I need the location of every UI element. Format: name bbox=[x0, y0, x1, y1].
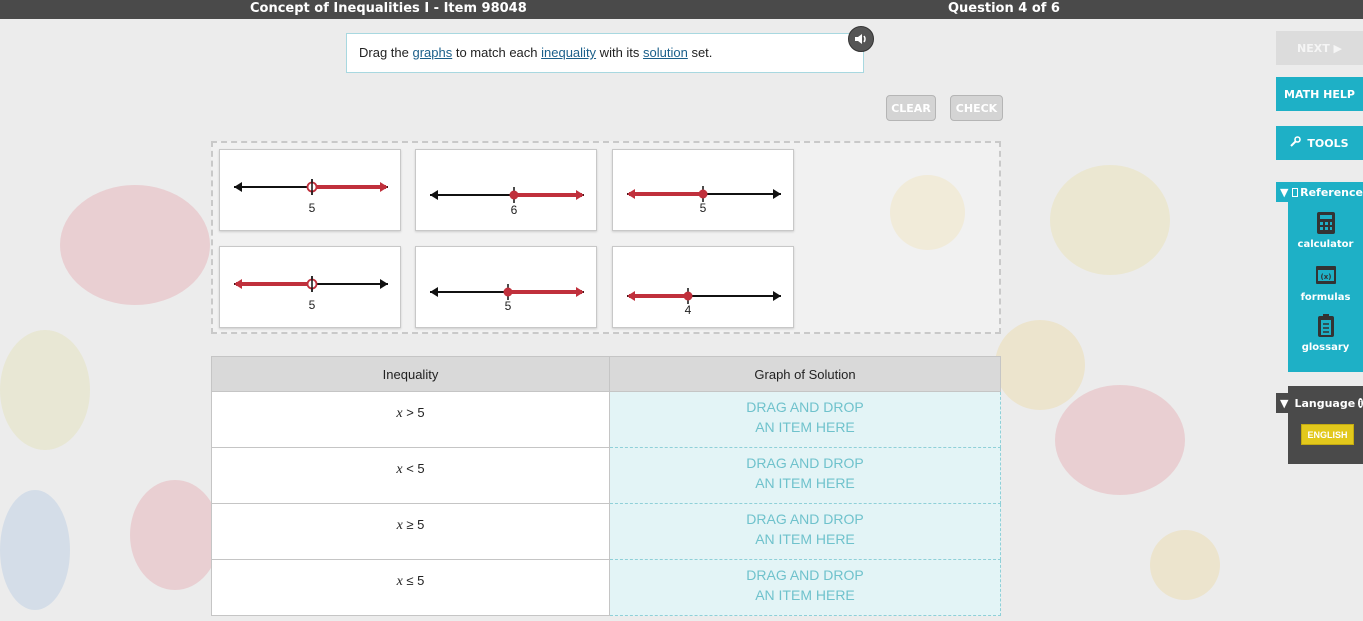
language-select[interactable]: ENGLISH bbox=[1301, 424, 1354, 445]
tick-label: 5 bbox=[309, 298, 316, 312]
glossary-link-graphs[interactable]: graphs bbox=[412, 45, 452, 60]
graph-card[interactable]: 6 bbox=[415, 149, 597, 231]
drop-zone[interactable]: DRAG AND DROP AN ITEM HERE bbox=[609, 447, 1001, 504]
axis-arrow bbox=[773, 189, 781, 199]
inequality-cell: x ≥ 5 bbox=[211, 503, 610, 560]
table-row: x > 5 DRAG AND DROP AN ITEM HERE bbox=[211, 391, 1001, 448]
table-row: x ≥ 5 DRAG AND DROP AN ITEM HERE bbox=[211, 503, 1001, 560]
check-button[interactable]: CHECK bbox=[950, 95, 1003, 121]
graph-card[interactable]: 5 bbox=[219, 246, 401, 328]
reference-label: Reference bbox=[1300, 185, 1363, 199]
chevron-down-icon: ▼ bbox=[1280, 185, 1289, 199]
clear-button[interactable]: CLEAR bbox=[886, 95, 936, 121]
graph-card[interactable]: 5 bbox=[415, 246, 597, 328]
math-help-button[interactable]: MATH HELP bbox=[1276, 77, 1363, 111]
ray-arrow bbox=[576, 287, 584, 297]
instructions-text: set. bbox=[687, 45, 713, 60]
reference-toggle[interactable]: ▼ Reference bbox=[1276, 182, 1363, 202]
glossary-link-inequality[interactable]: inequality bbox=[541, 45, 596, 60]
glossary-icon bbox=[1315, 314, 1337, 338]
axis-arrow bbox=[430, 287, 438, 297]
table-row: x ≤ 5 DRAG AND DROP AN ITEM HERE bbox=[211, 559, 1001, 616]
graph-card[interactable]: 5 bbox=[219, 149, 401, 231]
speaker-icon[interactable] bbox=[848, 26, 874, 52]
axis-arrow bbox=[430, 190, 438, 200]
axis-arrow bbox=[234, 182, 242, 192]
instructions-text: with its bbox=[596, 45, 644, 60]
number-line: 5 bbox=[627, 186, 781, 215]
tick-label: 5 bbox=[505, 299, 512, 313]
formulas-label: formulas bbox=[1300, 292, 1351, 303]
calculator-button[interactable]: calculator bbox=[1288, 211, 1363, 250]
number-line: 5 bbox=[430, 284, 584, 313]
inequality-table: Inequality Graph of Solution x > 5 DRAG … bbox=[211, 356, 1001, 616]
formulas-icon: (x) bbox=[1315, 264, 1337, 288]
inequality-cell: x < 5 bbox=[211, 447, 610, 504]
closed-endpoint bbox=[698, 189, 708, 199]
tick-label: 4 bbox=[685, 303, 692, 317]
ray-arrow bbox=[627, 291, 635, 301]
tools-label: TOOLS bbox=[1307, 136, 1349, 150]
ray-arrow bbox=[627, 189, 635, 199]
ray-arrow bbox=[234, 279, 242, 289]
column-header-graph: Graph of Solution bbox=[609, 356, 1001, 392]
closed-endpoint bbox=[683, 291, 693, 301]
closed-endpoint bbox=[503, 287, 513, 297]
tick-label: 6 bbox=[511, 203, 518, 217]
instructions-text: Drag the bbox=[359, 45, 413, 60]
language-toggle[interactable]: ▼ Language i bbox=[1276, 393, 1363, 413]
number-line: 4 bbox=[627, 288, 781, 317]
number-line: 5 bbox=[234, 179, 388, 215]
axis-arrow bbox=[773, 291, 781, 301]
info-icon[interactable]: i bbox=[1358, 398, 1363, 408]
tick-label: 5 bbox=[700, 201, 707, 215]
inequality-cell: x > 5 bbox=[211, 391, 610, 448]
drop-zone[interactable]: DRAG AND DROP AN ITEM HERE bbox=[609, 391, 1001, 448]
wrench-icon bbox=[1290, 136, 1302, 150]
item-title: Concept of Inequalities I - Item 98048 bbox=[250, 1, 527, 16]
glossary-button[interactable]: glossary bbox=[1288, 314, 1363, 353]
number-line: 6 bbox=[430, 187, 584, 217]
tick-label: 5 bbox=[309, 201, 316, 215]
inequality-cell: x ≤ 5 bbox=[211, 559, 610, 616]
drop-zone[interactable]: DRAG AND DROP AN ITEM HERE bbox=[609, 559, 1001, 616]
closed-endpoint bbox=[509, 190, 519, 200]
number-line: 5 bbox=[234, 276, 388, 312]
top-bar: Concept of Inequalities I - Item 98048 Q… bbox=[0, 0, 1363, 19]
chevron-down-icon: ▼ bbox=[1280, 396, 1289, 410]
svg-text:(x): (x) bbox=[1320, 273, 1331, 281]
glossary-link-solution[interactable]: solution bbox=[643, 45, 688, 60]
ray-arrow bbox=[380, 182, 388, 192]
tools-button[interactable]: TOOLS bbox=[1276, 126, 1363, 160]
graph-card[interactable]: 4 bbox=[612, 246, 794, 328]
instructions-box: Drag the graphs to match each inequality… bbox=[346, 33, 864, 73]
instructions-text: to match each bbox=[452, 45, 542, 60]
glossary-label: glossary bbox=[1301, 342, 1350, 353]
axis-arrow bbox=[380, 279, 388, 289]
language-label: Language bbox=[1294, 396, 1356, 410]
calculator-label: calculator bbox=[1297, 239, 1354, 250]
window-icon bbox=[1292, 187, 1299, 197]
next-button[interactable]: NEXT ▶ bbox=[1276, 31, 1363, 65]
formulas-button[interactable]: (x) formulas bbox=[1288, 264, 1363, 303]
graph-card[interactable]: 5 bbox=[612, 149, 794, 231]
calculator-icon bbox=[1315, 211, 1337, 235]
column-header-inequality: Inequality bbox=[211, 356, 610, 392]
drop-zone[interactable]: DRAG AND DROP AN ITEM HERE bbox=[609, 503, 1001, 560]
table-row: x < 5 DRAG AND DROP AN ITEM HERE bbox=[211, 447, 1001, 504]
ray-arrow bbox=[576, 190, 584, 200]
question-counter: Question 4 of 6 bbox=[948, 1, 1060, 16]
